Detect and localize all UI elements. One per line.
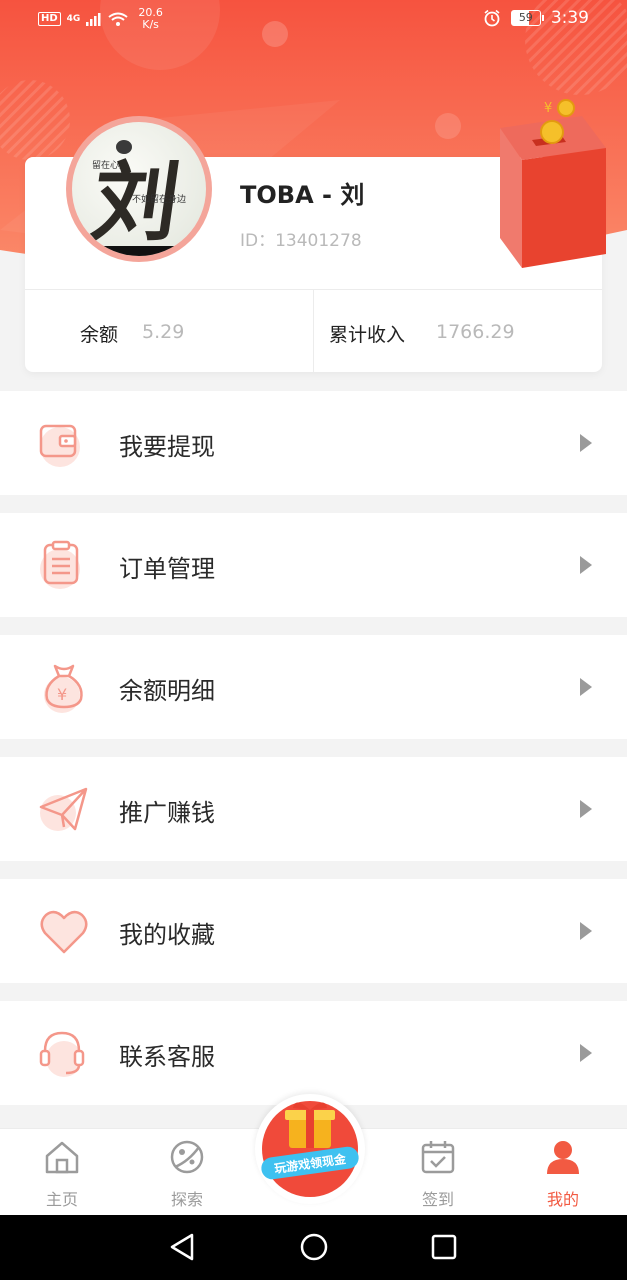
tab-label-explore: 探索 (170, 1190, 203, 1209)
income-label: 累计收入 (329, 324, 406, 346)
menu-item-orders[interactable]: 订单管理 (0, 513, 627, 617)
chevron-right-icon (580, 556, 592, 574)
income-value: 1766.29 (436, 321, 515, 343)
calendar-icon (421, 1141, 455, 1174)
menu-label-promote: 推广赚钱 (119, 799, 215, 827)
wifi-icon (108, 12, 128, 26)
promo-badge[interactable]: 玩游戏领现金 (255, 1094, 365, 1204)
balance-value: 5.29 (142, 321, 185, 343)
menu-label-favorites: 我的收藏 (119, 921, 215, 949)
tab-label-checkin: 签到 (421, 1190, 454, 1209)
battery-icon: 59 (510, 10, 544, 26)
paper-plane-icon (39, 787, 88, 831)
menu-label-orders: 订单管理 (119, 555, 215, 583)
hd-indicator: HD (38, 12, 61, 26)
chevron-right-icon (580, 922, 592, 940)
user-icon (547, 1141, 579, 1174)
clock: 3:39 (550, 8, 589, 28)
network-type: 4G (66, 14, 81, 24)
card-vertical-divider (313, 290, 314, 372)
heart-icon (40, 910, 88, 954)
home-button-icon[interactable] (300, 1233, 328, 1261)
status-bar: HD 4G 20.6 K/s 59 3:39 (0, 0, 627, 40)
tab-label-mine: 我的 (546, 1190, 579, 1209)
chevron-right-icon (580, 800, 592, 818)
network-speed: 20.6 K/s (138, 6, 163, 31)
tab-explore[interactable]: 探索 (142, 1129, 232, 1216)
menu-item-promote[interactable]: 推广赚钱 (0, 757, 627, 861)
home-icon (45, 1141, 79, 1174)
user-avatar[interactable]: 留在心里 刘 不如留在身边 (66, 116, 212, 262)
planet-icon (170, 1140, 204, 1174)
tab-checkin[interactable]: 签到 (393, 1129, 483, 1216)
headset-icon (39, 1031, 85, 1077)
tab-label-home: 主页 (45, 1190, 78, 1209)
recents-icon[interactable] (431, 1234, 457, 1260)
gift-icon: 玩游戏领现金 (261, 1101, 359, 1197)
wallet-icon (39, 424, 80, 467)
chevron-right-icon (580, 678, 592, 696)
menu-label-customer-service: 联系客服 (119, 1043, 215, 1071)
back-icon[interactable] (170, 1233, 194, 1261)
tab-home[interactable]: 主页 (17, 1129, 107, 1216)
tab-mine[interactable]: 我的 (518, 1129, 608, 1216)
svg-text:¥: ¥ (57, 685, 67, 704)
clipboard-icon (40, 540, 80, 589)
system-navigation-bar (0, 1215, 627, 1280)
username: TOBA - 刘 (240, 181, 365, 209)
menu-item-withdraw[interactable]: 我要提现 (0, 391, 627, 495)
user-id: ID：13401278 (240, 231, 362, 251)
coin-box-illustration: ¥ (500, 99, 606, 268)
signal-icon (86, 13, 101, 26)
alarm-icon (484, 9, 500, 27)
menu-label-balance-details: 余额明细 (119, 677, 215, 705)
menu-item-balance-details[interactable]: ¥ 余额明细 (0, 635, 627, 739)
money-bag-icon: ¥ (44, 664, 83, 713)
svg-text:¥: ¥ (544, 101, 552, 116)
chevron-right-icon (580, 1044, 592, 1062)
chevron-right-icon (580, 434, 592, 452)
balance-label: 余额 (80, 324, 119, 346)
menu-item-favorites[interactable]: 我的收藏 (0, 879, 627, 983)
menu-item-customer-service[interactable]: 联系客服 (0, 1001, 627, 1105)
menu-label-withdraw: 我要提现 (119, 433, 215, 461)
